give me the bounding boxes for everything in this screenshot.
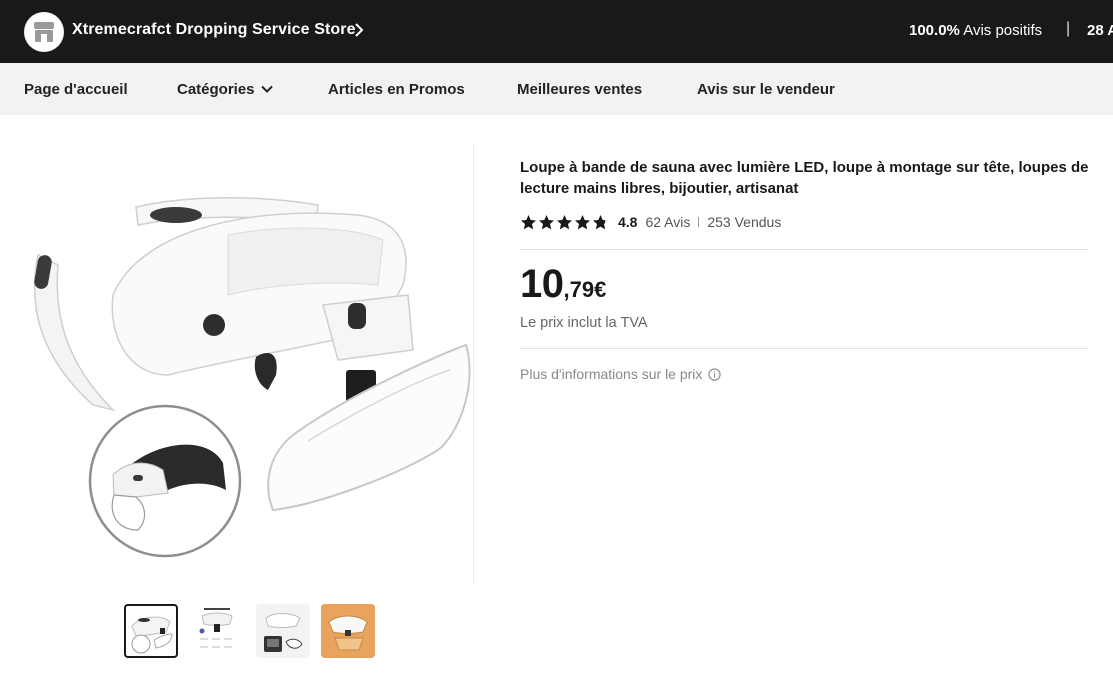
store-logo[interactable] [24,12,64,52]
price-integer: 10 [520,262,564,306]
price-decimal: ,79 [563,277,595,302]
reviews-link[interactable]: 62 Avis [645,214,690,230]
product-title: Loupe à bande de sauna avec lumière LED,… [520,159,1089,197]
more-price-info-link[interactable]: Plus d'informations sur le prix [520,366,722,382]
sold-count: 253 Vendus [707,214,782,230]
store-header: Xtremecrafct Dropping Service Store 100.… [0,0,1113,63]
store-followers: 28 A [1087,22,1113,39]
star-icon [557,214,572,229]
nav-item-categories-label: Catégories [177,81,255,98]
star-icon [521,214,536,229]
price: 10,79€ [520,262,606,307]
star-icon [593,214,608,229]
thumbnail-4[interactable] [321,604,375,658]
nav-item-categories[interactable]: Catégories [177,81,273,98]
thumbnail-3[interactable] [256,604,310,658]
nav-item-home[interactable]: Page d'accueil [24,81,128,98]
nav-item-seller-reviews[interactable]: Avis sur le vendeur [697,81,835,98]
thumbnail-image [321,604,375,658]
thumbnail-image [131,616,173,654]
store-icon [34,22,54,42]
thumbnail-image [199,608,233,648]
nav-item-best-sellers[interactable]: Meilleures ventes [517,81,642,98]
rating-row: 4.8 62 Avis 253 Vendus [520,212,781,232]
rating-separator [698,217,700,227]
thumbnail-image [256,604,310,658]
store-rating-label: Avis positifs [963,22,1043,39]
rating-stars[interactable] [520,214,609,231]
store-rating: 100.0% Avis positifs [909,22,1042,39]
headband-magnifier-illustration [33,197,471,558]
chevron-down-icon [260,85,273,93]
rating-value: 4.8 [618,214,638,230]
chevron-right-icon[interactable] [354,22,364,38]
divider [520,348,1088,349]
star-icon [539,214,554,229]
star-icon [575,214,590,229]
more-price-info-label: Plus d'informations sur le prix [520,366,703,382]
store-rating-value: 100.0% [909,22,960,39]
header-separator: | [1066,20,1071,37]
price-currency: € [594,277,607,302]
nav-item-promos[interactable]: Articles en Promos [328,81,465,98]
thumbnail-2[interactable] [190,604,244,658]
thumbnail-1[interactable] [124,604,178,658]
tva-note: Le prix inclut la TVA [520,315,648,331]
store-nav: Page d'accueil Catégories Articles en Pr… [0,63,1113,115]
info-icon [708,367,722,381]
main-product-image[interactable] [18,145,473,585]
gallery-divider [473,145,474,585]
store-name[interactable]: Xtremecrafct Dropping Service Store [72,21,356,39]
divider [520,249,1088,250]
